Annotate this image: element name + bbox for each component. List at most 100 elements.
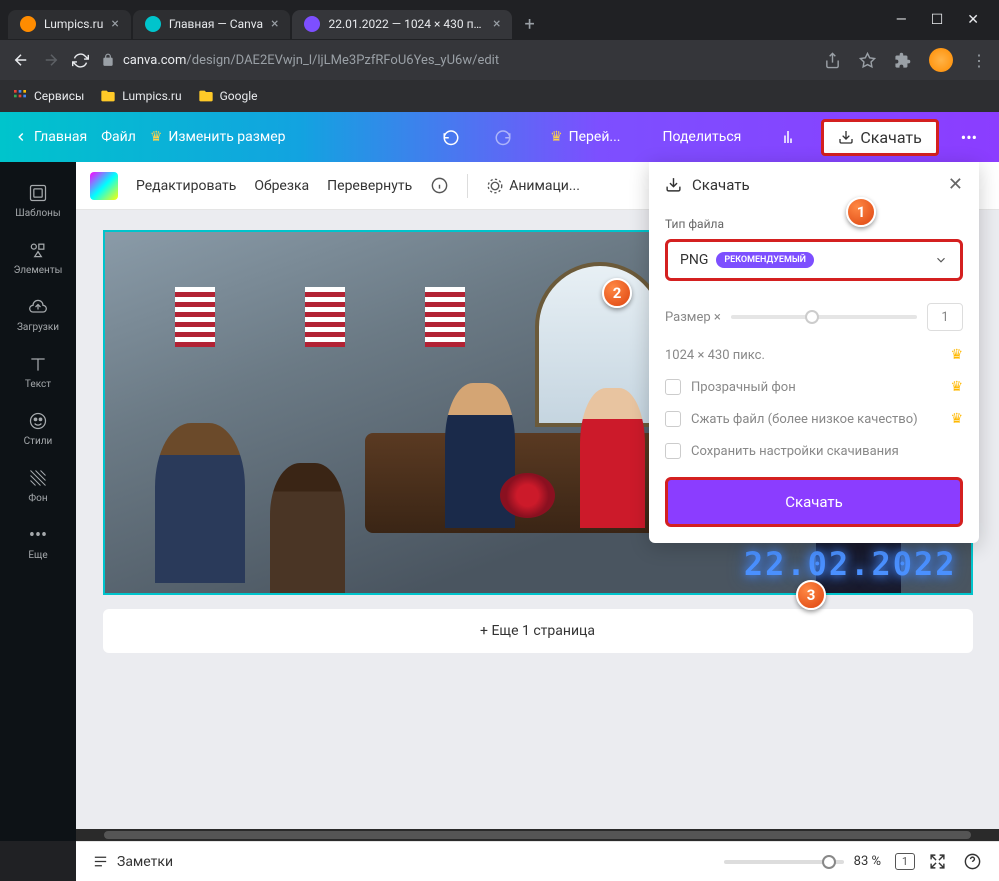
- lock-icon: [101, 53, 115, 67]
- extensions-icon[interactable]: [894, 52, 911, 69]
- tab-favicon: [20, 16, 36, 32]
- crown-icon: ♛: [950, 411, 963, 427]
- bookmark-apps[interactable]: Сервисы: [12, 88, 84, 104]
- crown-icon: ♛: [550, 129, 563, 145]
- share-button[interactable]: Поделиться: [648, 122, 755, 152]
- new-tab-button[interactable]: +: [514, 10, 544, 39]
- close-icon[interactable]: ×: [493, 16, 500, 32]
- annotation-callout-3: 3: [796, 580, 826, 610]
- close-icon[interactable]: ×: [111, 16, 118, 32]
- star-icon[interactable]: [859, 52, 876, 69]
- pages-button[interactable]: 1: [895, 853, 915, 870]
- download-icon: [838, 129, 854, 145]
- checkbox[interactable]: [665, 379, 681, 395]
- bookmark-item[interactable]: Lumpics.ru: [100, 88, 181, 104]
- annotation-callout-2: 2: [602, 278, 632, 308]
- checkbox[interactable]: [665, 443, 681, 459]
- add-page-button[interactable]: + Еще 1 страница: [103, 609, 973, 653]
- save-settings-row[interactable]: Сохранить настройки скачивания: [665, 435, 963, 467]
- forward-icon[interactable]: [42, 51, 60, 69]
- download-icon: [665, 176, 682, 193]
- file-menu[interactable]: Файл: [101, 129, 136, 145]
- browser-tab-active[interactable]: 22.01.2022 — 1024 × 430 пикс ×: [292, 10, 512, 39]
- undo-button[interactable]: [432, 122, 470, 152]
- close-icon[interactable]: ×: [271, 16, 278, 32]
- back-icon[interactable]: [12, 51, 30, 69]
- browser-tab[interactable]: Lumpics.ru ×: [8, 10, 131, 39]
- recommended-badge: РЕКОМЕНДУЕМЫЙ: [716, 252, 814, 268]
- bookmark-item[interactable]: Google: [198, 88, 258, 104]
- file-type-select[interactable]: PNG РЕКОМЕНДУЕМЫЙ: [665, 239, 963, 281]
- redo-button[interactable]: [484, 122, 522, 152]
- profile-avatar[interactable]: [929, 48, 953, 72]
- styles-icon: [27, 410, 49, 432]
- chevron-down-icon: [934, 253, 948, 267]
- bookmark-label: Сервисы: [34, 89, 84, 103]
- share-icon[interactable]: [824, 52, 841, 69]
- templates-icon: [27, 182, 49, 204]
- sidebar-background[interactable]: Фон: [0, 457, 76, 514]
- size-value[interactable]: 1: [927, 303, 963, 331]
- date-overlay-text[interactable]: 22.02.2022: [744, 545, 957, 583]
- info-icon[interactable]: [430, 176, 449, 195]
- sidebar-more[interactable]: •••Еще: [0, 514, 76, 571]
- dims-row: 1024 × 430 пикс. ♛: [665, 339, 963, 371]
- help-icon[interactable]: [963, 852, 983, 871]
- window-controls: — ☐ ✕: [896, 12, 991, 28]
- file-type-label: Тип файла: [665, 217, 963, 231]
- sidebar-uploads[interactable]: Загрузки: [0, 286, 76, 343]
- color-swatch[interactable]: [90, 172, 118, 200]
- panel-title: Скачать: [692, 176, 938, 194]
- browser-titlebar: Lumpics.ru × Главная — Canva × 22.01.202…: [0, 0, 999, 40]
- bookmark-label: Lumpics.ru: [122, 89, 181, 103]
- analytics-icon[interactable]: [769, 122, 807, 152]
- tab-title: 22.01.2022 — 1024 × 430 пикс: [328, 17, 485, 31]
- zoom-value: 83 %: [854, 854, 881, 869]
- apps-icon: [12, 88, 28, 104]
- minimize-icon[interactable]: —: [896, 12, 907, 28]
- url-field[interactable]: canva.com/design/DAE2EVwjn_l/ljLMe3PzfRF…: [101, 53, 812, 68]
- canva-header: Главная Файл ♛ Изменить размер ♛ Перей..…: [0, 112, 999, 162]
- compress-row[interactable]: Сжать файл (более низкое качество) ♛: [665, 403, 963, 435]
- text-icon: [27, 353, 49, 375]
- crown-icon: ♛: [950, 379, 963, 395]
- transparent-label: Прозрачный фон: [691, 380, 796, 395]
- download-button[interactable]: Скачать: [665, 477, 963, 527]
- size-label: Размер ×: [665, 310, 721, 325]
- browser-tab[interactable]: Главная — Canva ×: [133, 10, 291, 39]
- transparent-row[interactable]: Прозрачный фон ♛: [665, 371, 963, 403]
- resize-button[interactable]: ♛ Изменить размер: [150, 129, 286, 145]
- close-window-icon[interactable]: ✕: [967, 12, 979, 28]
- crop-button[interactable]: Обрезка: [254, 178, 309, 194]
- tab-favicon: [145, 16, 161, 32]
- content-area: Редактировать Обрезка Перевернуть Анимац…: [76, 162, 999, 841]
- home-button[interactable]: Главная: [14, 129, 87, 145]
- flip-button[interactable]: Перевернуть: [327, 178, 412, 194]
- elements-icon: [27, 239, 49, 261]
- animate-icon: [486, 177, 504, 195]
- sidebar-styles[interactable]: Стили: [0, 400, 76, 457]
- editor-footer: Заметки 83 % 1: [76, 841, 999, 881]
- checkbox[interactable]: [665, 411, 681, 427]
- tab-title: Lumpics.ru: [44, 17, 103, 31]
- horizontal-scrollbar[interactable]: [76, 829, 999, 841]
- zoom-slider[interactable]: [724, 860, 844, 864]
- file-type-value: PNG: [680, 252, 708, 268]
- more-icon[interactable]: •••: [953, 122, 985, 153]
- sidebar-text[interactable]: Текст: [0, 343, 76, 400]
- upgrade-button[interactable]: ♛ Перей...: [536, 122, 634, 152]
- notes-icon: [92, 853, 109, 870]
- reload-icon[interactable]: [72, 52, 89, 69]
- sidebar-elements[interactable]: Элементы: [0, 229, 76, 286]
- fullscreen-icon[interactable]: [929, 853, 949, 870]
- maximize-icon[interactable]: ☐: [931, 12, 944, 28]
- edit-button[interactable]: Редактировать: [136, 178, 236, 194]
- sidebar-templates[interactable]: Шаблоны: [0, 172, 76, 229]
- size-slider[interactable]: [731, 315, 917, 319]
- menu-icon[interactable]: ⋮: [971, 51, 987, 70]
- download-header-button[interactable]: Скачать: [821, 119, 938, 156]
- animate-button[interactable]: Анимаци...: [486, 177, 580, 195]
- notes-button[interactable]: Заметки: [92, 853, 173, 870]
- download-panel: Скачать ✕ Тип файла PNG РЕКОМЕНДУЕМЫЙ Ра…: [649, 162, 979, 543]
- close-icon[interactable]: ✕: [948, 174, 963, 195]
